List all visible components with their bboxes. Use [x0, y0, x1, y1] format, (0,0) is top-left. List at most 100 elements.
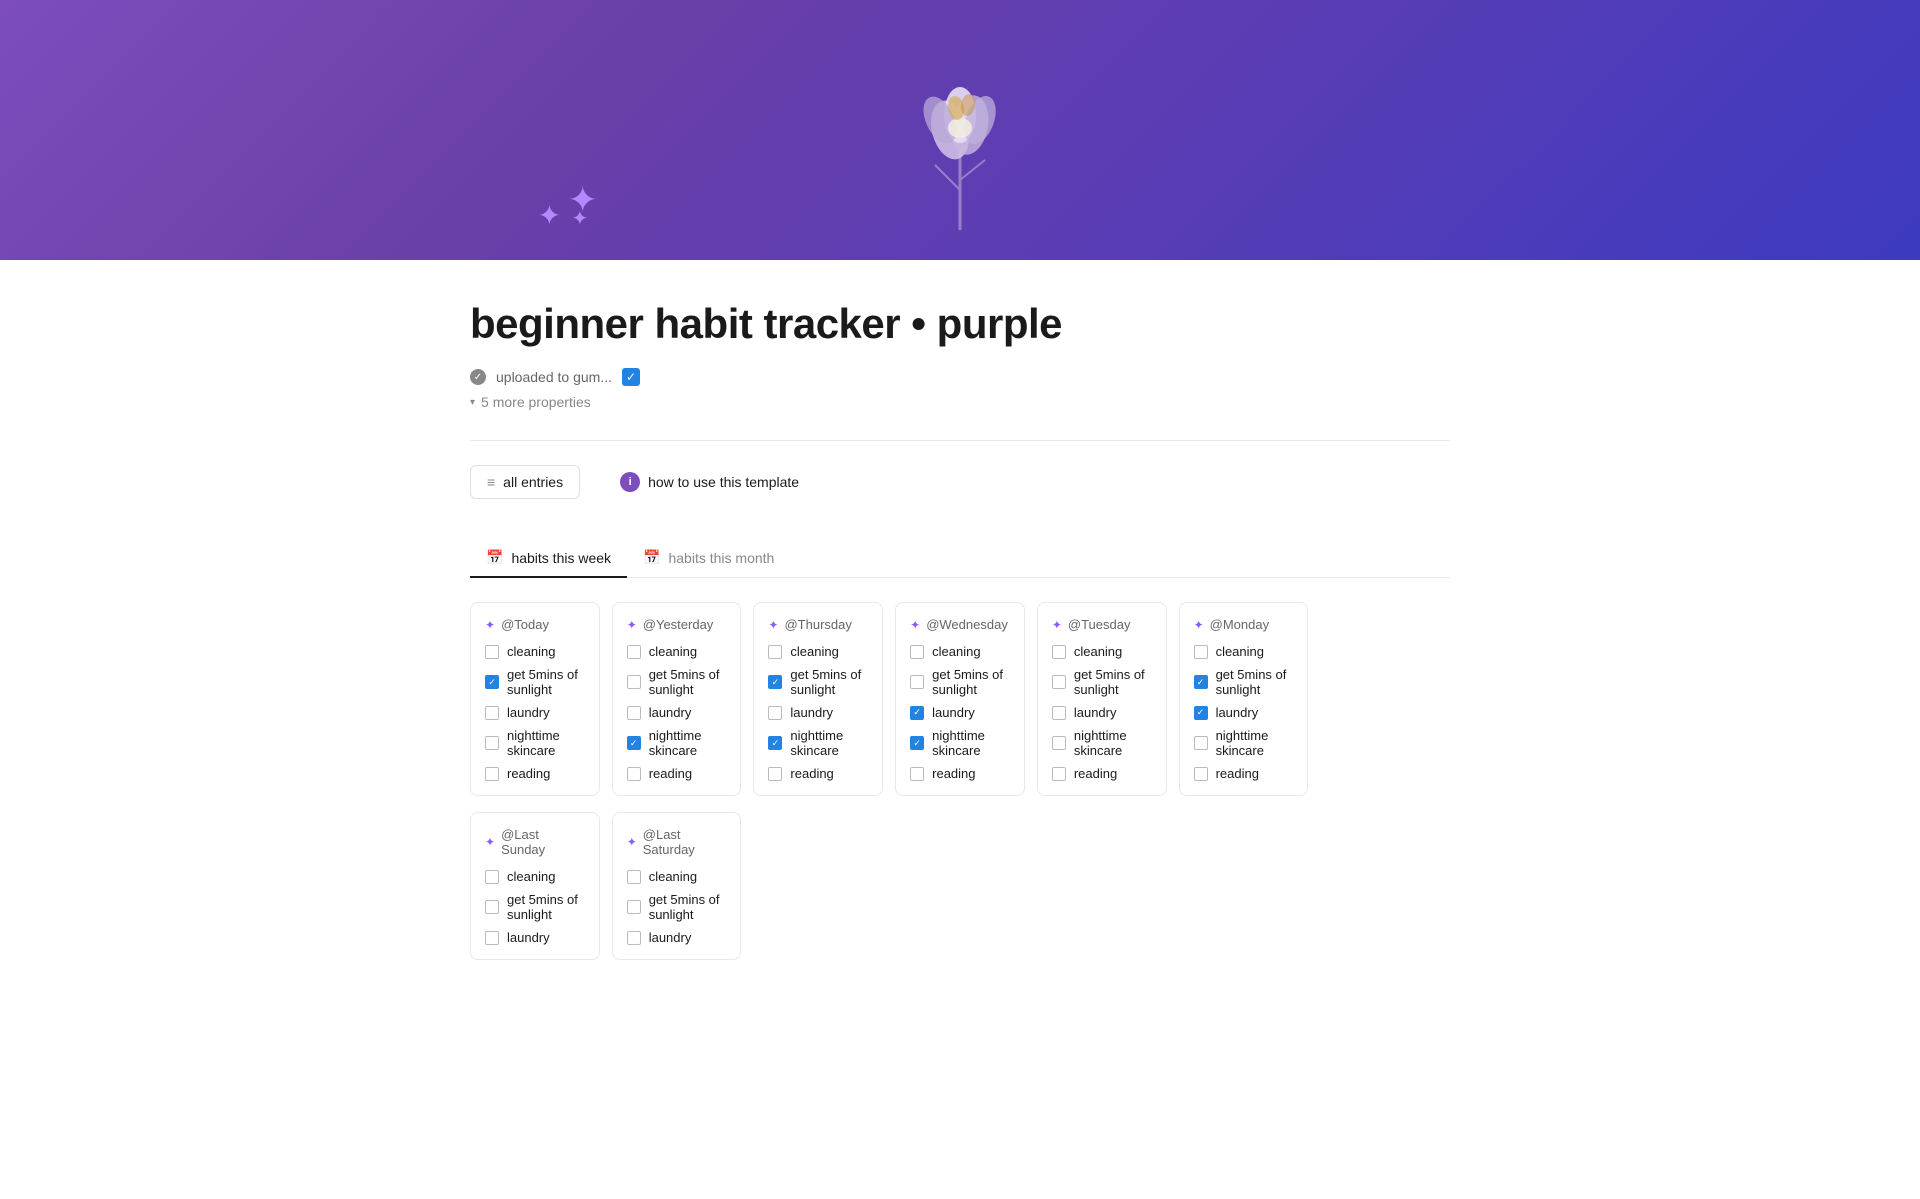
day-title-text: @Today	[501, 617, 549, 632]
day-card: ✦@Yesterday cleaning get 5mins of sunlight…	[612, 602, 742, 796]
habit-item: nighttime skincare	[1052, 728, 1152, 758]
habit-label: laundry	[649, 930, 692, 945]
habit-label: nighttime skincare	[649, 728, 727, 758]
page-title: beginner habit tracker • purple	[470, 300, 1450, 348]
habit-label: nighttime skincare	[932, 728, 1010, 758]
habit-item: ✓ nighttime skincare	[910, 728, 1010, 758]
habit-item: reading	[768, 766, 868, 781]
tab-habits-week[interactable]: 📅 habits this week	[470, 539, 627, 578]
info-icon: i	[620, 472, 640, 492]
habit-item: get 5mins of sunlight	[910, 667, 1010, 697]
checkbox-unchecked[interactable]	[1194, 645, 1208, 659]
checkbox-unchecked[interactable]	[910, 767, 924, 781]
tab-habits-month[interactable]: 📅 habits this month	[627, 539, 790, 578]
more-properties-toggle[interactable]: ▾ 5 more properties	[470, 394, 1450, 410]
checkbox-checked[interactable]: ✓	[910, 736, 924, 750]
day-card: ✦@Last Sundaycleaningget 5mins of sunlig…	[470, 812, 600, 960]
habit-item: laundry	[1052, 705, 1152, 720]
habit-label: nighttime skincare	[507, 728, 585, 758]
checkbox-unchecked[interactable]	[768, 645, 782, 659]
day-card-title: ✦@Today	[485, 617, 585, 632]
habit-label: nighttime skincare	[790, 728, 868, 758]
habit-label: get 5mins of sunlight	[1216, 667, 1294, 697]
habit-item: ✓laundry	[910, 705, 1010, 720]
checkbox-checked[interactable]: ✓	[485, 675, 499, 689]
day-card: ✦@Mondaycleaning✓get 5mins of sunlight✓l…	[1179, 602, 1309, 796]
checkbox-checked[interactable]: ✓	[768, 675, 782, 689]
calendar-icon-month: 📅	[643, 549, 660, 566]
habit-item: cleaning	[627, 869, 727, 884]
checkbox-checked[interactable]: ✓	[1194, 706, 1208, 720]
checkbox-unchecked[interactable]	[485, 900, 499, 914]
checkbox-unchecked[interactable]	[627, 645, 641, 659]
checkbox-unchecked[interactable]	[485, 645, 499, 659]
day-title-text: @Tuesday	[1068, 617, 1131, 632]
checkbox-unchecked[interactable]	[1052, 645, 1066, 659]
habit-label: get 5mins of sunlight	[649, 667, 727, 697]
day-card: ✦@Todaycleaning✓get 5mins of sunlightlau…	[470, 602, 600, 796]
checkbox-unchecked[interactable]	[627, 767, 641, 781]
page-content: beginner habit tracker • purple ✓ upload…	[410, 260, 1510, 1020]
habit-item: reading	[627, 766, 727, 781]
checkbox-unchecked[interactable]	[1052, 675, 1066, 689]
habit-label: laundry	[507, 705, 550, 720]
day-card-title: ✦@Yesterday	[627, 617, 727, 632]
checkbox-unchecked[interactable]	[627, 675, 641, 689]
habit-label: cleaning	[932, 644, 980, 659]
habit-item: reading	[1052, 766, 1152, 781]
habit-item: get 5mins of sunlight	[485, 892, 585, 922]
habit-label: reading	[790, 766, 833, 781]
checkbox-unchecked[interactable]	[910, 645, 924, 659]
how-to-use-link[interactable]: i how to use this template	[620, 472, 799, 492]
habit-label: cleaning	[1216, 644, 1264, 659]
property-uploaded: ✓ uploaded to gum... ✓	[470, 368, 1450, 386]
checkbox-checked[interactable]: ✓	[1194, 675, 1208, 689]
tab-week-label: habits this week	[511, 550, 611, 566]
habit-label: reading	[507, 766, 550, 781]
checkbox-unchecked[interactable]	[768, 706, 782, 720]
checkbox-unchecked[interactable]	[485, 706, 499, 720]
day-title-text: @Wednesday	[926, 617, 1008, 632]
habit-item: laundry	[485, 930, 585, 945]
habit-label: reading	[932, 766, 975, 781]
habit-label: cleaning	[649, 644, 697, 659]
habit-label: get 5mins of sunlight	[649, 892, 727, 922]
property-checkbox[interactable]: ✓	[622, 368, 640, 386]
day-cards-row2: ✦@Last Sundaycleaningget 5mins of sunlig…	[470, 812, 1450, 960]
checkbox-unchecked[interactable]	[627, 706, 641, 720]
checkbox-unchecked[interactable]	[485, 736, 499, 750]
day-title-text: @Yesterday	[643, 617, 714, 632]
checkbox-unchecked[interactable]	[1194, 736, 1208, 750]
checkbox-unchecked[interactable]	[485, 870, 499, 884]
checkbox-unchecked[interactable]	[627, 931, 641, 945]
sparkle-icon: ✦	[910, 618, 920, 632]
day-cards-row1: ✦@Todaycleaning✓get 5mins of sunlightlau…	[470, 602, 1450, 796]
flower-illustration	[880, 20, 1040, 240]
habit-item: reading	[1194, 766, 1294, 781]
checkbox-checked[interactable]: ✓	[910, 706, 924, 720]
checkbox-unchecked[interactable]	[485, 931, 499, 945]
checkbox-unchecked[interactable]	[1194, 767, 1208, 781]
all-entries-button[interactable]: ≡ all entries	[470, 465, 580, 499]
habit-item: ✓ nighttime skincare	[627, 728, 727, 758]
checkbox-unchecked[interactable]	[1052, 706, 1066, 720]
checkbox-unchecked[interactable]	[627, 870, 641, 884]
day-title-text: @Last Sunday	[501, 827, 585, 857]
habit-label: get 5mins of sunlight	[507, 667, 585, 697]
habit-item: ✓ get 5mins of sunlight	[1194, 667, 1294, 697]
habit-label: cleaning	[649, 869, 697, 884]
checkbox-unchecked[interactable]	[768, 767, 782, 781]
checkbox-unchecked[interactable]	[910, 675, 924, 689]
checkbox-unchecked[interactable]	[1052, 767, 1066, 781]
habit-item: reading	[910, 766, 1010, 781]
checkbox-unchecked[interactable]	[1052, 736, 1066, 750]
checkbox-checked[interactable]: ✓	[627, 736, 641, 750]
checkbox-checked[interactable]: ✓	[768, 736, 782, 750]
hero-banner: ✦ ✦ ✦	[0, 0, 1920, 260]
divider	[470, 440, 1450, 441]
day-title-text: @Last Saturday	[643, 827, 727, 857]
checkbox-unchecked[interactable]	[627, 900, 641, 914]
habit-label: cleaning	[1074, 644, 1122, 659]
checkbox-unchecked[interactable]	[485, 767, 499, 781]
habit-label: laundry	[649, 705, 692, 720]
